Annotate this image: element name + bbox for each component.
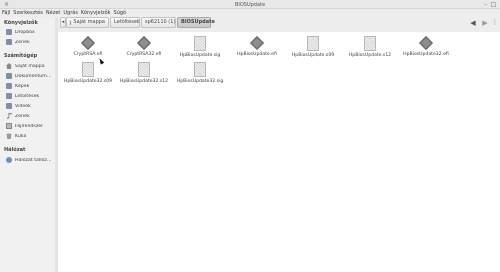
document-file-icon [138, 62, 150, 77]
back-arrow-icon[interactable]: ◀ [469, 19, 477, 27]
folder-icon [6, 83, 12, 89]
home-icon [70, 20, 72, 25]
home-icon [6, 63, 12, 69]
network-icon [6, 157, 12, 163]
document-file-icon [82, 62, 94, 77]
file-name: HpBiosUpdate.s09 [291, 53, 335, 58]
folder-icon [6, 39, 12, 45]
sidebar: Könyvjelzők Dropbox Zenék Számítógép Saj… [0, 18, 56, 272]
file-item[interactable]: HpBiosUpdate32.sig [171, 62, 229, 84]
folder-icon [6, 29, 12, 35]
sidebar-item-videos[interactable]: Videók [6, 102, 55, 110]
sidebar-item-browse-network[interactable]: Hálózat tallóz… [6, 156, 55, 164]
sidebar-item-music[interactable]: Zenék [6, 112, 55, 120]
executable-file-icon [249, 35, 265, 51]
bookmarks-heading: Könyvjelzők [4, 20, 38, 26]
sidebar-item-dropbox[interactable]: Dropbox [6, 28, 55, 36]
file-item[interactable]: CryptRSA32.efi [115, 35, 173, 57]
file-item[interactable]: HpBiosUpdate.sig [171, 36, 229, 58]
sidebar-item-filesystem[interactable]: Fájlrendszer [6, 122, 55, 130]
executable-file-icon [80, 35, 96, 51]
breadcrumb-home[interactable]: Saját mappa [66, 17, 109, 28]
document-file-icon [194, 62, 206, 77]
sidebar-item-label: Zenék [15, 113, 30, 119]
file-name: HpBiosUpdate32.s12 [119, 79, 169, 84]
window-title: BIOSUpdate [234, 2, 266, 8]
music-icon [6, 113, 12, 119]
sidebar-item-home[interactable]: Saját mappa [6, 62, 55, 70]
folder-icon [6, 73, 12, 79]
breadcrumb-home-label: Saját mappa [73, 19, 105, 25]
executable-file-icon [418, 35, 434, 51]
file-name: HpBiosUpdate.efi [237, 52, 277, 57]
file-name: CryptRSA.efi [73, 52, 103, 57]
menu-edit[interactable]: Szerkesztés [12, 9, 45, 18]
executable-file-icon [136, 35, 152, 51]
file-name: HpBiosUpdate32.efi [403, 52, 449, 57]
sidebar-item-documents[interactable]: Dokumentum… [6, 72, 55, 80]
document-file-icon [307, 36, 319, 51]
file-name: HpBiosUpdate.s12 [348, 53, 392, 58]
sidebar-item-label: Hálózat tallóz… [15, 157, 52, 163]
file-item[interactable]: HpBiosUpdate32.s09 [59, 62, 117, 84]
sidebar-item-downloads[interactable]: Letöltések [6, 92, 55, 100]
folder-icon [6, 103, 12, 109]
file-name: HpBiosUpdate.sig [179, 53, 221, 58]
file-item[interactable]: HpBiosUpdate.s12 [341, 36, 399, 58]
sidebar-item-label: Saját mappa [15, 63, 45, 69]
drive-icon [6, 123, 12, 129]
breadcrumb-biosupdate[interactable]: BIOSUpdate [177, 17, 215, 28]
trash-icon [6, 133, 12, 139]
forward-arrow-icon[interactable]: ▶ [481, 19, 489, 27]
document-file-icon [194, 36, 206, 51]
sidebar-item-label: Kuka [15, 133, 27, 139]
file-item[interactable]: HpBiosUpdate32.efi [397, 35, 455, 57]
sidebar-item-label: Letöltések [15, 93, 40, 99]
file-item[interactable]: HpBiosUpdate32.s12 [115, 62, 173, 84]
sidebar-item-pictures[interactable]: Képek [6, 82, 55, 90]
document-file-icon [364, 36, 376, 51]
toolbar: ◂ Saját mappa Letöltések sp62110 (1) BIO… [56, 14, 500, 32]
sidebar-item-label: Dokumentum… [15, 73, 52, 79]
minimize-window-icon[interactable]: – [482, 1, 489, 8]
file-item[interactable]: HpBiosUpdate.efi [228, 35, 286, 57]
title-bar: × BIOSUpdate – □ [0, 0, 500, 9]
folder-icon [6, 93, 12, 99]
breadcrumb-sp62110[interactable]: sp62110 (1) [141, 17, 176, 28]
grid-view-icon[interactable]: ⋮⋮ [492, 19, 500, 27]
file-item[interactable]: HpBiosUpdate.s09 [284, 36, 342, 58]
breadcrumb-downloads[interactable]: Letöltések [110, 17, 140, 28]
file-view[interactable]: CryptRSA.efi CryptRSA32.efi HpBiosUpdate… [58, 32, 500, 272]
file-name: CryptRSA32.efi [126, 52, 162, 57]
menu-file[interactable]: Fájl [0, 9, 12, 18]
file-item[interactable]: CryptRSA.efi [59, 35, 117, 57]
network-heading: Hálózat [4, 147, 26, 153]
file-name: HpBiosUpdate32.s09 [63, 79, 113, 84]
sidebar-item-label: Zenék [15, 39, 30, 45]
sidebar-item-label: Fájlrendszer [15, 123, 44, 129]
sidebar-item-label: Videók [15, 103, 31, 109]
maximize-window-icon[interactable]: □ [490, 1, 497, 8]
sidebar-item-label: Dropbox [15, 29, 35, 35]
computer-heading: Számítógép [4, 53, 38, 59]
sidebar-item-label: Képek [15, 83, 30, 89]
sidebar-item-music-bookmark[interactable]: Zenék [6, 38, 55, 46]
sidebar-item-trash[interactable]: Kuka [6, 132, 55, 140]
file-name: HpBiosUpdate32.sig [176, 79, 224, 84]
